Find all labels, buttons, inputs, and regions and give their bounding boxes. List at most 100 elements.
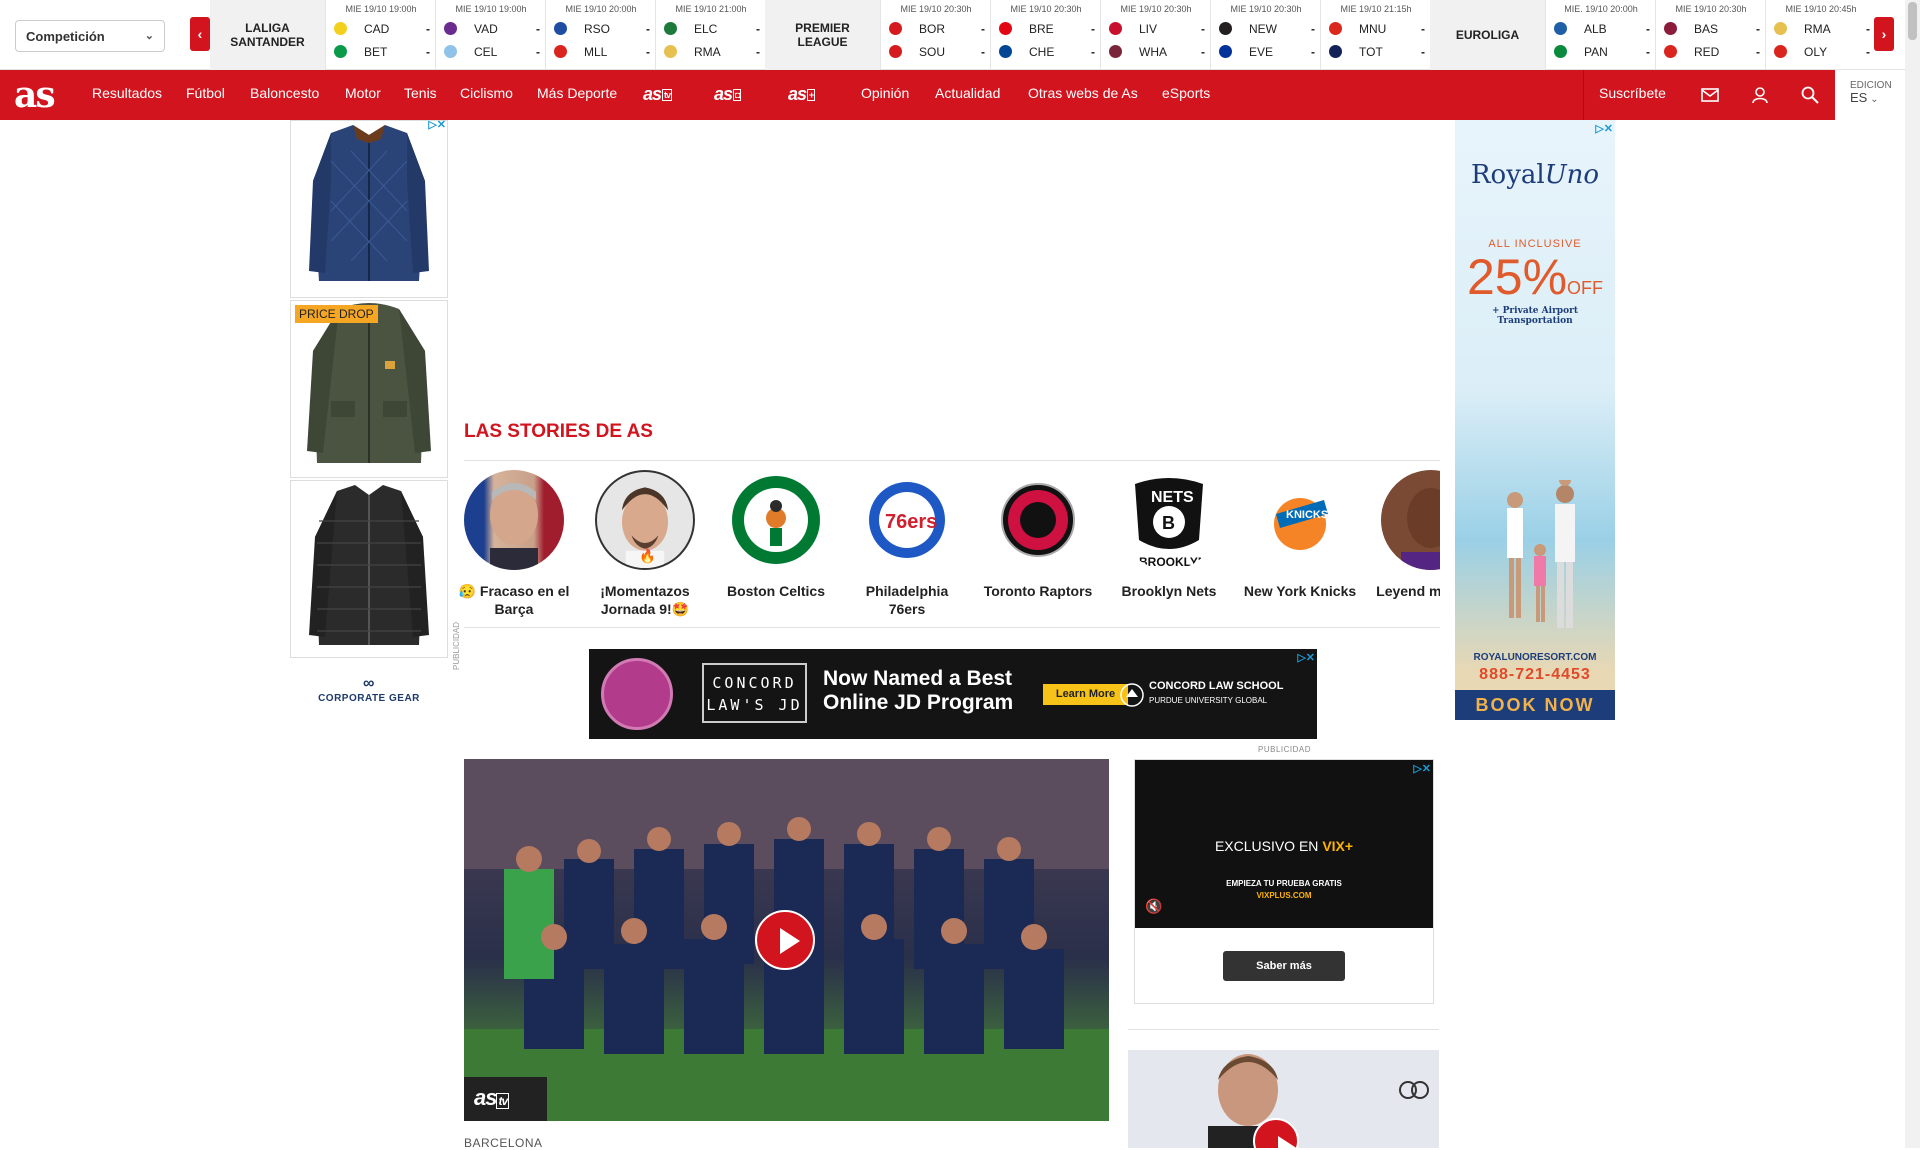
- divider: [464, 460, 1440, 461]
- raptors-logo-icon: [988, 470, 1088, 570]
- stories-title: LAS STORIES DE AS: [464, 421, 653, 442]
- nav-asfoto-logo[interactable]: as ◘: [714, 84, 742, 105]
- match-card[interactable]: MIE 19/10 20:30h BOR - SOU -: [880, 0, 990, 70]
- concord-law-banner-ad[interactable]: CONCORD LAW'S JD Now Named a Best Online …: [589, 649, 1317, 739]
- team-score: -: [1646, 45, 1650, 59]
- match-away-row: EVE -: [1219, 44, 1315, 60]
- chevron-down-icon: ⌄: [144, 30, 154, 42]
- learn-more-button[interactable]: Learn More: [1043, 684, 1128, 705]
- match-card[interactable]: MIE 19/10 20:30h NEW - EVE -: [1210, 0, 1320, 70]
- match-card[interactable]: MIE 19/10 20:30h LIV - WHA -: [1100, 0, 1210, 70]
- play-button[interactable]: [755, 910, 815, 970]
- product-jacket-blue[interactable]: [290, 120, 448, 298]
- team-score: -: [646, 22, 650, 36]
- product-jacket-black[interactable]: [290, 480, 448, 658]
- match-card[interactable]: MIE 19/10 21:15h MNU - TOT -: [1320, 0, 1430, 70]
- team-crest-icon: [999, 22, 1012, 35]
- scoreboard-prev-button[interactable]: ‹: [190, 17, 210, 51]
- league-euroliga[interactable]: EUROLIGA: [1430, 0, 1545, 70]
- camera-icon: ◘: [733, 89, 742, 102]
- story-label: ¡Momentazos Jornada 9!🤩: [600, 583, 690, 617]
- excl-text: EXCLUSIVO EN: [1214, 838, 1319, 854]
- nav-mas-deporte[interactable]: Más Deporte: [537, 85, 617, 101]
- story-item[interactable]: Leyend mate a L: [1371, 470, 1440, 630]
- search-icon[interactable]: [1800, 85, 1820, 105]
- vix-trial-text: EMPIEZA TU PRUEBA GRATIS: [1226, 879, 1342, 888]
- match-home-row: MNU -: [1329, 21, 1425, 37]
- match-card[interactable]: MIE 19/10 21:00h ELC - RMA -: [655, 0, 765, 70]
- nav-esports[interactable]: eSports: [1162, 85, 1210, 101]
- nav-motor[interactable]: Motor: [345, 85, 381, 101]
- scrollbar-thumb[interactable]: [1908, 2, 1917, 40]
- league-premier[interactable]: PREMIER LEAGUE: [765, 0, 880, 70]
- page-scrollbar[interactable]: [1905, 0, 1920, 1148]
- nav-opinion[interactable]: Opinión: [861, 85, 909, 101]
- team-abbr: WHA: [1139, 45, 1167, 59]
- team-crest-icon: [1554, 22, 1567, 35]
- scoreboard-bar: Competición ⌄ ‹ LALIGA SANTANDER MIE 19/1…: [0, 0, 1920, 70]
- match-date: MIE 19/10 20:45h: [1785, 4, 1857, 14]
- adchoices-icon[interactable]: ▷✕: [428, 118, 446, 131]
- right-resort-ad[interactable]: ▷✕ RoyalUno ALL INCLUSIVE 25%OFF + Priva…: [1455, 120, 1615, 720]
- match-card[interactable]: MIE 19/10 20:00h RSO - MLL -: [545, 0, 655, 70]
- match-card[interactable]: MIE 19/10 20:45h RMA - OLY -: [1765, 0, 1870, 70]
- chevron-left-icon: ‹: [197, 26, 203, 42]
- competition-select[interactable]: Competición ⌄: [15, 20, 165, 52]
- edition-selector[interactable]: EDICION ES ⌄: [1850, 80, 1892, 106]
- match-card[interactable]: MIE 19/10 20:30h BRE - CHE -: [990, 0, 1100, 70]
- adchoices-icon[interactable]: ▷✕: [1297, 651, 1315, 664]
- user-icon[interactable]: [1750, 85, 1770, 105]
- school-emblem-icon: [1120, 683, 1144, 707]
- match-home-row: RSO -: [554, 21, 650, 37]
- league-name-sub: SANTANDER: [230, 35, 305, 49]
- team-score: -: [1866, 22, 1870, 36]
- scoreboard-next-button[interactable]: ›: [1874, 17, 1894, 51]
- team-score: -: [756, 22, 760, 36]
- corporate-gear-logo[interactable]: ∞ CORPORATE GEAR: [290, 675, 448, 704]
- nav-baloncesto[interactable]: Baloncesto: [250, 85, 319, 101]
- match-card[interactable]: MIE 19/10 20:30h BAS - RED -: [1655, 0, 1765, 70]
- nav-resultados[interactable]: Resultados: [92, 85, 162, 101]
- as-logo[interactable]: as: [14, 74, 56, 116]
- match-card[interactable]: MIE 19/10 19:00h VAD - CEL -: [435, 0, 545, 70]
- match-away-row: RED -: [1664, 44, 1760, 60]
- nav-actualidad[interactable]: Actualidad: [935, 85, 1000, 101]
- story-label: New York Knicks: [1243, 583, 1357, 599]
- svg-text:NETS: NETS: [1151, 489, 1194, 506]
- match-card[interactable]: MIE 19/10 19:00h CAD - BET -: [325, 0, 435, 70]
- team-crest-icon: [554, 45, 567, 58]
- team-abbr: RMA: [1804, 22, 1831, 36]
- vix-video-ad[interactable]: EXCLUSIVO EN VIX+ EMPIEZA TU PRUEBA GRAT…: [1134, 759, 1434, 1004]
- vix-url-text: VIXPLUS.COM: [1256, 891, 1312, 900]
- league-laliga[interactable]: LALIGA SANTANDER: [210, 0, 325, 70]
- team-score: -: [981, 22, 985, 36]
- book-now-button[interactable]: BOOK NOW: [1455, 690, 1615, 720]
- team-abbr: BRE: [1029, 22, 1054, 36]
- nav-futbol[interactable]: Fútbol: [186, 85, 225, 101]
- adchoices-icon[interactable]: ▷✕: [1595, 122, 1613, 135]
- product-jacket-green[interactable]: PRICE DROP: [290, 300, 448, 478]
- brand-text: CORPORATE GEAR: [318, 693, 420, 704]
- nav-ciclismo[interactable]: Ciclismo: [460, 85, 513, 101]
- subscribe-link[interactable]: Suscríbete: [1599, 85, 1666, 101]
- left-product-ad[interactable]: PRICE DROP ∞ CORPORATE GEAR ▷✕: [290, 118, 448, 704]
- competition-select-value: Competición: [26, 29, 105, 44]
- adchoices-icon[interactable]: ▷✕: [1413, 762, 1431, 775]
- side-video-thumbnail[interactable]: [1128, 1050, 1439, 1148]
- team-abbr: TOT: [1359, 45, 1383, 59]
- match-home-row: NEW -: [1219, 21, 1315, 37]
- main-navbar: as Resultados Fútbol Baloncesto Motor Te…: [0, 70, 1835, 120]
- badge-text: as: [474, 1085, 498, 1110]
- saber-mas-button[interactable]: Saber más: [1223, 951, 1345, 981]
- nav-otras-webs[interactable]: Otras webs de As: [1028, 85, 1138, 101]
- mail-icon[interactable]: [1700, 85, 1720, 105]
- nav-astv-logo[interactable]: as tv: [643, 84, 673, 105]
- logo-part: Uno: [1544, 160, 1600, 190]
- nav-asplus-logo[interactable]: as +: [788, 84, 816, 105]
- team-score: -: [426, 45, 430, 59]
- nav-tenis[interactable]: Tenis: [404, 85, 437, 101]
- featured-video-player[interactable]: as tv: [464, 759, 1109, 1121]
- team-crest-icon: [1109, 45, 1122, 58]
- match-card[interactable]: MIE. 19/10 20:00h ALB - PAN -: [1545, 0, 1655, 70]
- mute-icon[interactable]: 🔇: [1145, 898, 1162, 915]
